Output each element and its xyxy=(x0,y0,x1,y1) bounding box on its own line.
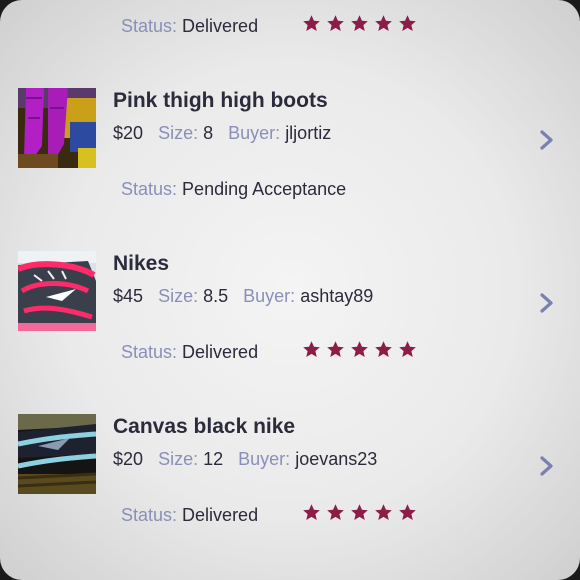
black-nike-shoes-photo xyxy=(18,414,96,494)
status-value: Delivered xyxy=(182,505,259,525)
order-status: Status: Pending Acceptance xyxy=(121,179,346,200)
star-icon xyxy=(375,341,392,357)
star-icon xyxy=(375,504,392,520)
item-size: 12 xyxy=(203,449,224,469)
status-label: Status: xyxy=(121,16,178,36)
size-label: Size: xyxy=(158,286,199,306)
item-meta: $20 Size: 12 Buyer: joevans23 xyxy=(113,449,377,470)
item-price: $20 xyxy=(113,449,144,469)
star-icon xyxy=(303,15,320,31)
status-label: Status: xyxy=(121,342,178,362)
status-value: Delivered xyxy=(182,342,259,362)
star-icon xyxy=(351,504,368,520)
star-icon xyxy=(351,15,368,31)
order-status: Status: Delivered xyxy=(121,16,258,37)
status-value: Delivered xyxy=(182,16,259,36)
rating-stars xyxy=(302,503,417,523)
buyer-label: Buyer: xyxy=(228,123,281,143)
chevron-right-icon[interactable] xyxy=(538,455,556,477)
item-price: $45 xyxy=(113,286,144,306)
status-label: Status: xyxy=(121,505,178,525)
status-label: Status: xyxy=(121,179,178,199)
orders-list: Status: Delivered Pink thigh high boots … xyxy=(0,0,580,580)
pink-nike-shoes-photo xyxy=(18,251,96,331)
phone-screen: Status: Delivered Pink thigh high boots … xyxy=(0,0,580,580)
star-icon xyxy=(351,341,368,357)
item-meta: $20 Size: 8 Buyer: jljortiz xyxy=(113,123,331,144)
buyer-username: joevans23 xyxy=(295,449,378,469)
star-icon xyxy=(303,341,320,357)
item-size: 8 xyxy=(203,123,214,143)
rating-stars xyxy=(302,14,417,34)
order-status: Status: Delivered xyxy=(121,505,258,526)
star-icon xyxy=(327,15,344,31)
item-size: 8.5 xyxy=(203,286,229,306)
size-label: Size: xyxy=(158,449,199,469)
item-meta: $45 Size: 8.5 Buyer: ashtay89 xyxy=(113,286,373,307)
pink-boots-photo xyxy=(18,88,96,168)
size-label: Size: xyxy=(158,123,199,143)
chevron-right-icon[interactable] xyxy=(538,292,556,314)
buyer-username: jljortiz xyxy=(285,123,332,143)
star-icon xyxy=(327,341,344,357)
buyer-username: ashtay89 xyxy=(300,286,374,306)
chevron-right-icon[interactable] xyxy=(538,129,556,151)
star-icon xyxy=(327,504,344,520)
star-icon xyxy=(399,341,416,357)
star-icon xyxy=(375,15,392,31)
item-title: Canvas black nike xyxy=(113,415,296,438)
star-icon xyxy=(399,15,416,31)
rating-stars xyxy=(302,340,417,360)
order-status: Status: Delivered xyxy=(121,342,258,363)
buyer-label: Buyer: xyxy=(243,286,296,306)
item-price: $20 xyxy=(113,123,144,143)
item-title: Pink thigh high boots xyxy=(113,89,328,112)
buyer-label: Buyer: xyxy=(238,449,291,469)
star-icon xyxy=(399,504,416,520)
star-icon xyxy=(303,504,320,520)
item-title: Nikes xyxy=(113,252,170,275)
status-value: Pending Acceptance xyxy=(182,179,347,199)
